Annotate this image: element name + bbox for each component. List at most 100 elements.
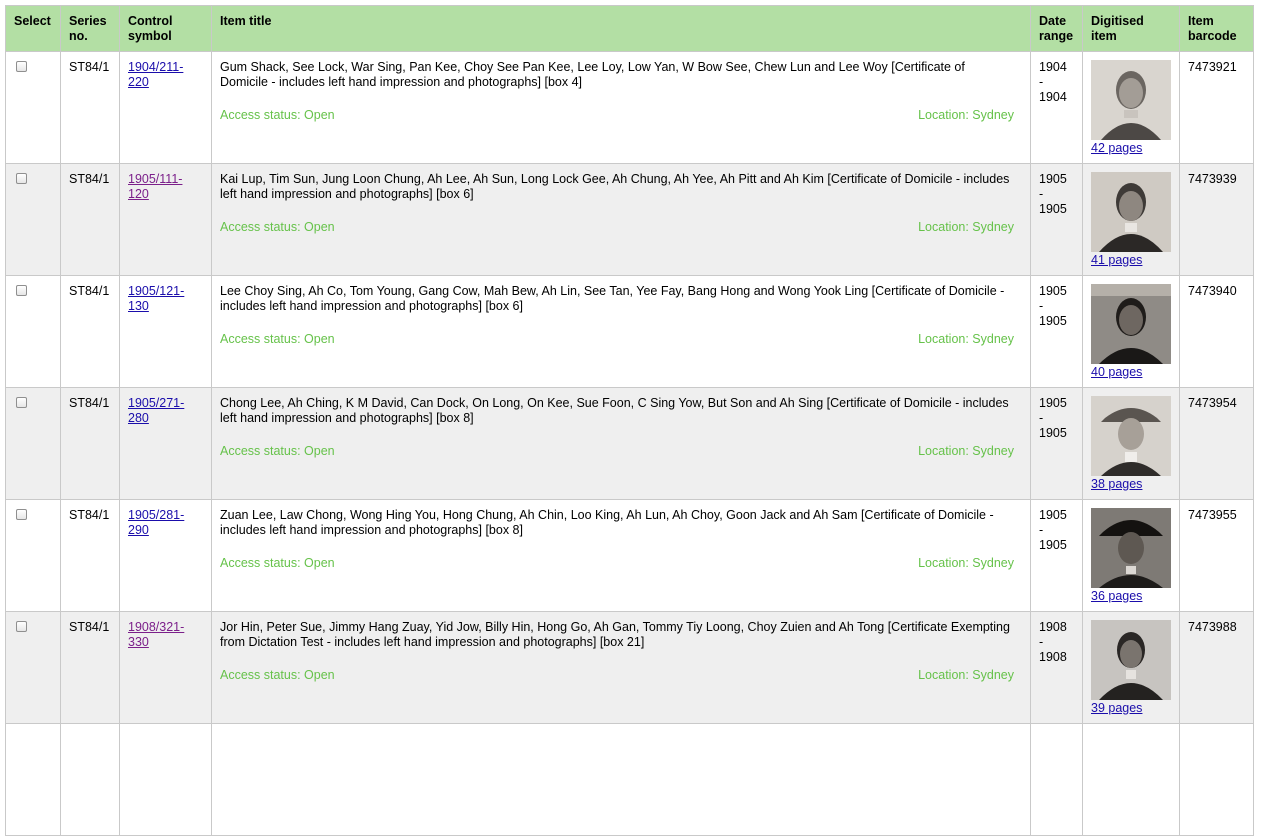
digitised-item-cell: 39 pages (1082, 611, 1180, 724)
table-row: ST84/1 1905/271- 280 Chong Lee, Ah Ching,… (5, 387, 1254, 500)
date-range-cell: 1905-1905 (1030, 387, 1083, 500)
control-symbol-link[interactable]: 1908/321- 330 (128, 620, 184, 649)
control-symbol-line2: 280 (128, 411, 149, 425)
select-checkbox[interactable] (16, 509, 27, 520)
column-header-control-line1: Control (128, 14, 173, 28)
date-to: 1905 (1039, 538, 1067, 552)
partial-cell (211, 723, 1031, 836)
item-meta: Access status: Open Location: Sydney (220, 220, 1022, 235)
partial-cell (5, 723, 61, 836)
date-separator: - (1039, 299, 1044, 313)
location: Location: Sydney (918, 668, 1014, 682)
portrait-thumbnail[interactable] (1091, 620, 1171, 700)
control-symbol-cell: 1904/211- 220 (119, 51, 212, 164)
results-table: Select Series no. Control symbol Item titl… (5, 5, 1254, 836)
date-to: 1908 (1039, 650, 1067, 664)
column-header-digitised-line1: Digitised (1091, 14, 1144, 28)
column-header-digitised-line2: item (1091, 29, 1117, 43)
date-from: 1904 (1039, 60, 1067, 74)
item-title: Chong Lee, Ah Ching, K M David, Can Dock… (220, 396, 1009, 425)
item-meta: Access status: Open Location: Sydney (220, 332, 1022, 347)
access-status: Access status: Open (220, 556, 335, 570)
date-to: 1905 (1039, 202, 1067, 216)
select-cell (5, 611, 61, 724)
pages-link[interactable]: 41 pages (1091, 253, 1171, 268)
access-status: Access status: Open (220, 332, 335, 346)
table-row: ST84/1 1904/211- 220 Gum Shack, See Lock,… (5, 51, 1254, 164)
partial-cell (1082, 723, 1180, 836)
portrait-thumbnail[interactable] (1091, 508, 1171, 588)
barcode-cell: 7473939 (1179, 163, 1254, 276)
control-symbol-line1: 1904/211- (128, 60, 184, 74)
control-symbol-line1: 1905/121- (128, 284, 185, 298)
select-checkbox[interactable] (16, 285, 27, 296)
date-separator: - (1039, 411, 1044, 425)
control-symbol-link[interactable]: 1905/121- 130 (128, 284, 184, 313)
location: Location: Sydney (918, 444, 1014, 458)
control-symbol-link[interactable]: 1905/281- 290 (128, 508, 184, 537)
pages-link[interactable]: 38 pages (1091, 477, 1171, 492)
column-header-item-barcode[interactable]: Item barcode (1179, 5, 1254, 52)
results-table-wrapper: Select Series no. Control symbol Item titl… (5, 5, 1254, 836)
date-range-cell: 1905-1905 (1030, 275, 1083, 388)
column-header-control-line2: symbol (128, 29, 172, 43)
date-range-cell: 1905-1905 (1030, 163, 1083, 276)
item-title: Kai Lup, Tim Sun, Jung Loon Chung, Ah Le… (220, 172, 1010, 201)
date-separator: - (1039, 187, 1044, 201)
portrait-thumbnail[interactable] (1091, 60, 1171, 140)
control-symbol-link[interactable]: 1905/111- 120 (128, 172, 182, 201)
column-header-item-title[interactable]: Item title (211, 5, 1031, 52)
column-header-date-range[interactable]: Date range (1030, 5, 1083, 52)
pages-link[interactable]: 40 pages (1091, 365, 1171, 380)
control-symbol-line2: 220 (128, 75, 149, 89)
select-checkbox[interactable] (16, 173, 27, 184)
pages-link[interactable]: 42 pages (1091, 141, 1171, 156)
select-cell (5, 499, 61, 612)
digitised-item-cell: 36 pages (1082, 499, 1180, 612)
item-meta: Access status: Open Location: Sydney (220, 108, 1022, 123)
column-header-digitised-item[interactable]: Digitised item (1082, 5, 1180, 52)
portrait-thumbnail[interactable] (1091, 284, 1171, 364)
location: Location: Sydney (918, 220, 1014, 234)
item-title: Jor Hin, Peter Sue, Jimmy Hang Zuay, Yid… (220, 620, 1010, 649)
series-cell: ST84/1 (60, 387, 120, 500)
access-status: Access status: Open (220, 220, 335, 234)
date-from: 1905 (1039, 396, 1067, 410)
location: Location: Sydney (918, 332, 1014, 346)
item-title-cell: Jor Hin, Peter Sue, Jimmy Hang Zuay, Yid… (211, 611, 1031, 724)
date-to: 1905 (1039, 314, 1067, 328)
portrait-thumbnail[interactable] (1091, 172, 1171, 252)
select-cell (5, 51, 61, 164)
portrait-thumbnail[interactable] (1091, 396, 1171, 476)
pages-link[interactable]: 39 pages (1091, 701, 1171, 716)
control-symbol-line2: 290 (128, 523, 149, 537)
control-symbol-cell: 1905/121- 130 (119, 275, 212, 388)
control-symbol-link[interactable]: 1904/211- 220 (128, 60, 183, 89)
column-header-select-label: Select (14, 14, 51, 28)
column-header-select: Select (5, 5, 61, 52)
select-checkbox[interactable] (16, 397, 27, 408)
digitised-item-cell: 38 pages (1082, 387, 1180, 500)
item-meta: Access status: Open Location: Sydney (220, 444, 1022, 459)
barcode-cell: 7473921 (1179, 51, 1254, 164)
table-row: ST84/1 1905/111- 120 Kai Lup, Tim Sun, Ju… (5, 163, 1254, 276)
column-header-date-line1: Date (1039, 14, 1067, 28)
date-range-cell: 1905-1905 (1030, 499, 1083, 612)
column-header-series[interactable]: Series no. (60, 5, 120, 52)
control-symbol-cell: 1908/321- 330 (119, 611, 212, 724)
item-title: Lee Choy Sing, Ah Co, Tom Young, Gang Co… (220, 284, 1005, 313)
date-separator: - (1039, 75, 1044, 89)
select-checkbox[interactable] (16, 621, 27, 632)
partial-cell (1179, 723, 1254, 836)
select-checkbox[interactable] (16, 61, 27, 72)
control-symbol-link[interactable]: 1905/271- 280 (128, 396, 184, 425)
series-cell: ST84/1 (60, 163, 120, 276)
column-header-control-symbol[interactable]: Control symbol (119, 5, 212, 52)
date-from: 1908 (1039, 620, 1067, 634)
date-from: 1905 (1039, 284, 1067, 298)
pages-link[interactable]: 36 pages (1091, 589, 1171, 604)
table-row: ST84/1 1905/121- 130 Lee Choy Sing, Ah Co… (5, 275, 1254, 388)
column-header-barcode-line1: Item (1188, 14, 1214, 28)
digitised-item-cell: 42 pages (1082, 51, 1180, 164)
table-row-partial (5, 723, 1254, 836)
